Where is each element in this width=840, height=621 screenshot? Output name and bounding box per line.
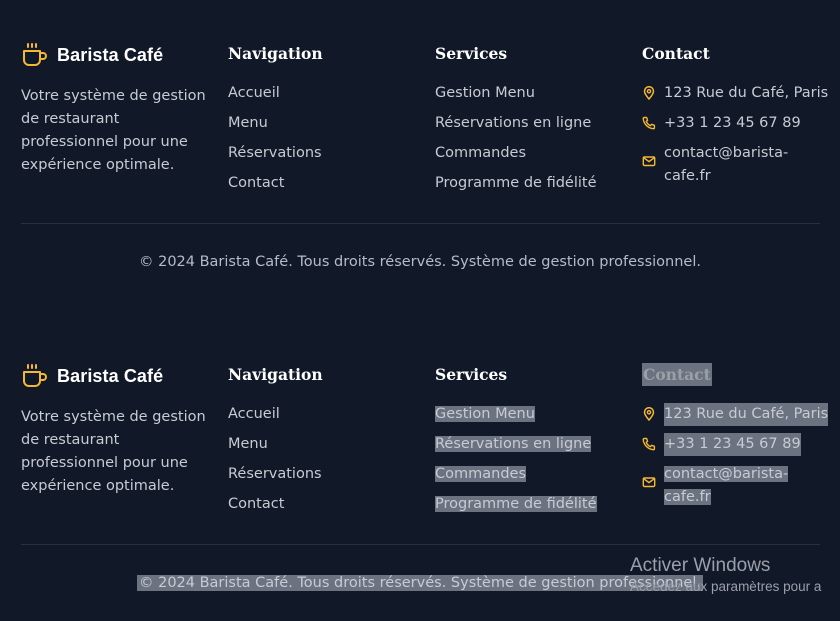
brand[interactable]: Barista Café — [21, 363, 163, 389]
copyright-text: © 2024 Barista Café. Tous droits réservé… — [138, 254, 701, 270]
service-link-reservations[interactable]: Réservations en ligne — [435, 112, 597, 142]
coffee-cup-icon — [23, 43, 47, 66]
service-link-commandes[interactable]: Commandes — [435, 142, 597, 172]
contact-email-text[interactable]: contact@barista-cafe.fr — [664, 142, 794, 188]
contact-address-text: 123 Rue du Café, Paris — [664, 403, 829, 426]
contact-address: 123 Rue du Café, Paris — [642, 403, 829, 433]
nav-link-contact[interactable]: Contact — [228, 172, 322, 202]
nav-link-accueil[interactable]: Accueil — [228, 82, 322, 112]
contact-address-text: 123 Rue du Café, Paris — [664, 85, 829, 101]
service-item: Réservations en ligne — [435, 433, 597, 463]
brand-description: Votre système de gestion de restaurant p… — [21, 88, 206, 173]
nav-link-reservations[interactable]: Réservations — [228, 463, 322, 493]
service-item: Programme de fidélité — [435, 493, 597, 523]
navigation-heading: Navigation — [228, 365, 323, 384]
contact-phone-text[interactable]: +33 1 23 45 67 89 — [664, 433, 801, 456]
contact-phone-text[interactable]: +33 1 23 45 67 89 — [664, 112, 801, 135]
service-link-fidelite[interactable]: Programme de fidélité — [435, 172, 597, 202]
footer-divider — [21, 544, 820, 545]
service-link-commandes[interactable]: Commandes — [435, 466, 527, 482]
map-pin-icon — [643, 86, 655, 100]
watermark-subtitle: Accédez aux paramètres pour a — [630, 579, 822, 594]
contact-email-wrap: contact@barista-cafe.fr — [664, 463, 794, 509]
services-heading: Services — [435, 365, 508, 384]
services-heading: Services — [435, 44, 508, 63]
contact-email-text[interactable]: contact@barista-cafe.fr — [664, 466, 789, 505]
footer-divider — [21, 223, 820, 224]
service-link-fidelite[interactable]: Programme de fidélité — [435, 496, 597, 512]
contact-info: 123 Rue du Café, Paris +33 1 23 45 67 89… — [642, 82, 828, 188]
mail-icon — [642, 156, 656, 167]
brand-name: Barista Café — [57, 365, 164, 386]
contact-phone: +33 1 23 45 67 89 — [642, 112, 828, 142]
nav-link-menu[interactable]: Menu — [228, 112, 322, 142]
phone-icon — [642, 116, 656, 130]
contact-heading: Contact — [642, 44, 710, 63]
brand[interactable]: Barista Café — [21, 42, 163, 68]
contact-address: 123 Rue du Café, Paris — [642, 82, 828, 112]
nav-link-accueil[interactable]: Accueil — [228, 403, 322, 433]
service-item: Gestion Menu — [435, 403, 597, 433]
watermark-title: Activer Windows — [630, 555, 771, 576]
nav-link-contact[interactable]: Contact — [228, 493, 322, 523]
contact-heading: Contact — [642, 363, 712, 386]
phone-icon — [642, 437, 656, 451]
contact-phone: +33 1 23 45 67 89 — [642, 433, 828, 463]
map-pin-icon — [643, 407, 655, 421]
navigation-list: Accueil Menu Réservations Contact — [228, 403, 322, 523]
service-item: Commandes — [435, 463, 597, 493]
contact-heading-text: Contact — [642, 363, 712, 386]
service-link-gestion-menu[interactable]: Gestion Menu — [435, 406, 535, 422]
brand-description: Votre système de gestion de restaurant p… — [21, 409, 206, 494]
services-list: Gestion Menu Réservations en ligne Comma… — [435, 403, 597, 523]
services-list: Gestion Menu Réservations en ligne Comma… — [435, 82, 597, 202]
brand-name: Barista Café — [57, 44, 164, 65]
nav-link-reservations[interactable]: Réservations — [228, 142, 322, 172]
navigation-heading: Navigation — [228, 44, 323, 63]
contact-info: 123 Rue du Café, Paris +33 1 23 45 67 89… — [642, 403, 829, 509]
windows-activation-watermark: Activer Windows Accédez aux paramètres p… — [630, 555, 821, 594]
service-link-reservations[interactable]: Réservations en ligne — [435, 436, 592, 452]
mail-icon — [642, 477, 656, 488]
service-link-gestion-menu[interactable]: Gestion Menu — [435, 82, 597, 112]
nav-link-menu[interactable]: Menu — [228, 433, 322, 463]
coffee-cup-icon — [23, 364, 47, 387]
contact-email: contact@barista-cafe.fr — [642, 463, 828, 509]
navigation-list: Accueil Menu Réservations Contact — [228, 82, 322, 202]
footer: Barista Café Votre système de gestion de… — [0, 0, 840, 300]
contact-email: contact@barista-cafe.fr — [642, 142, 828, 188]
